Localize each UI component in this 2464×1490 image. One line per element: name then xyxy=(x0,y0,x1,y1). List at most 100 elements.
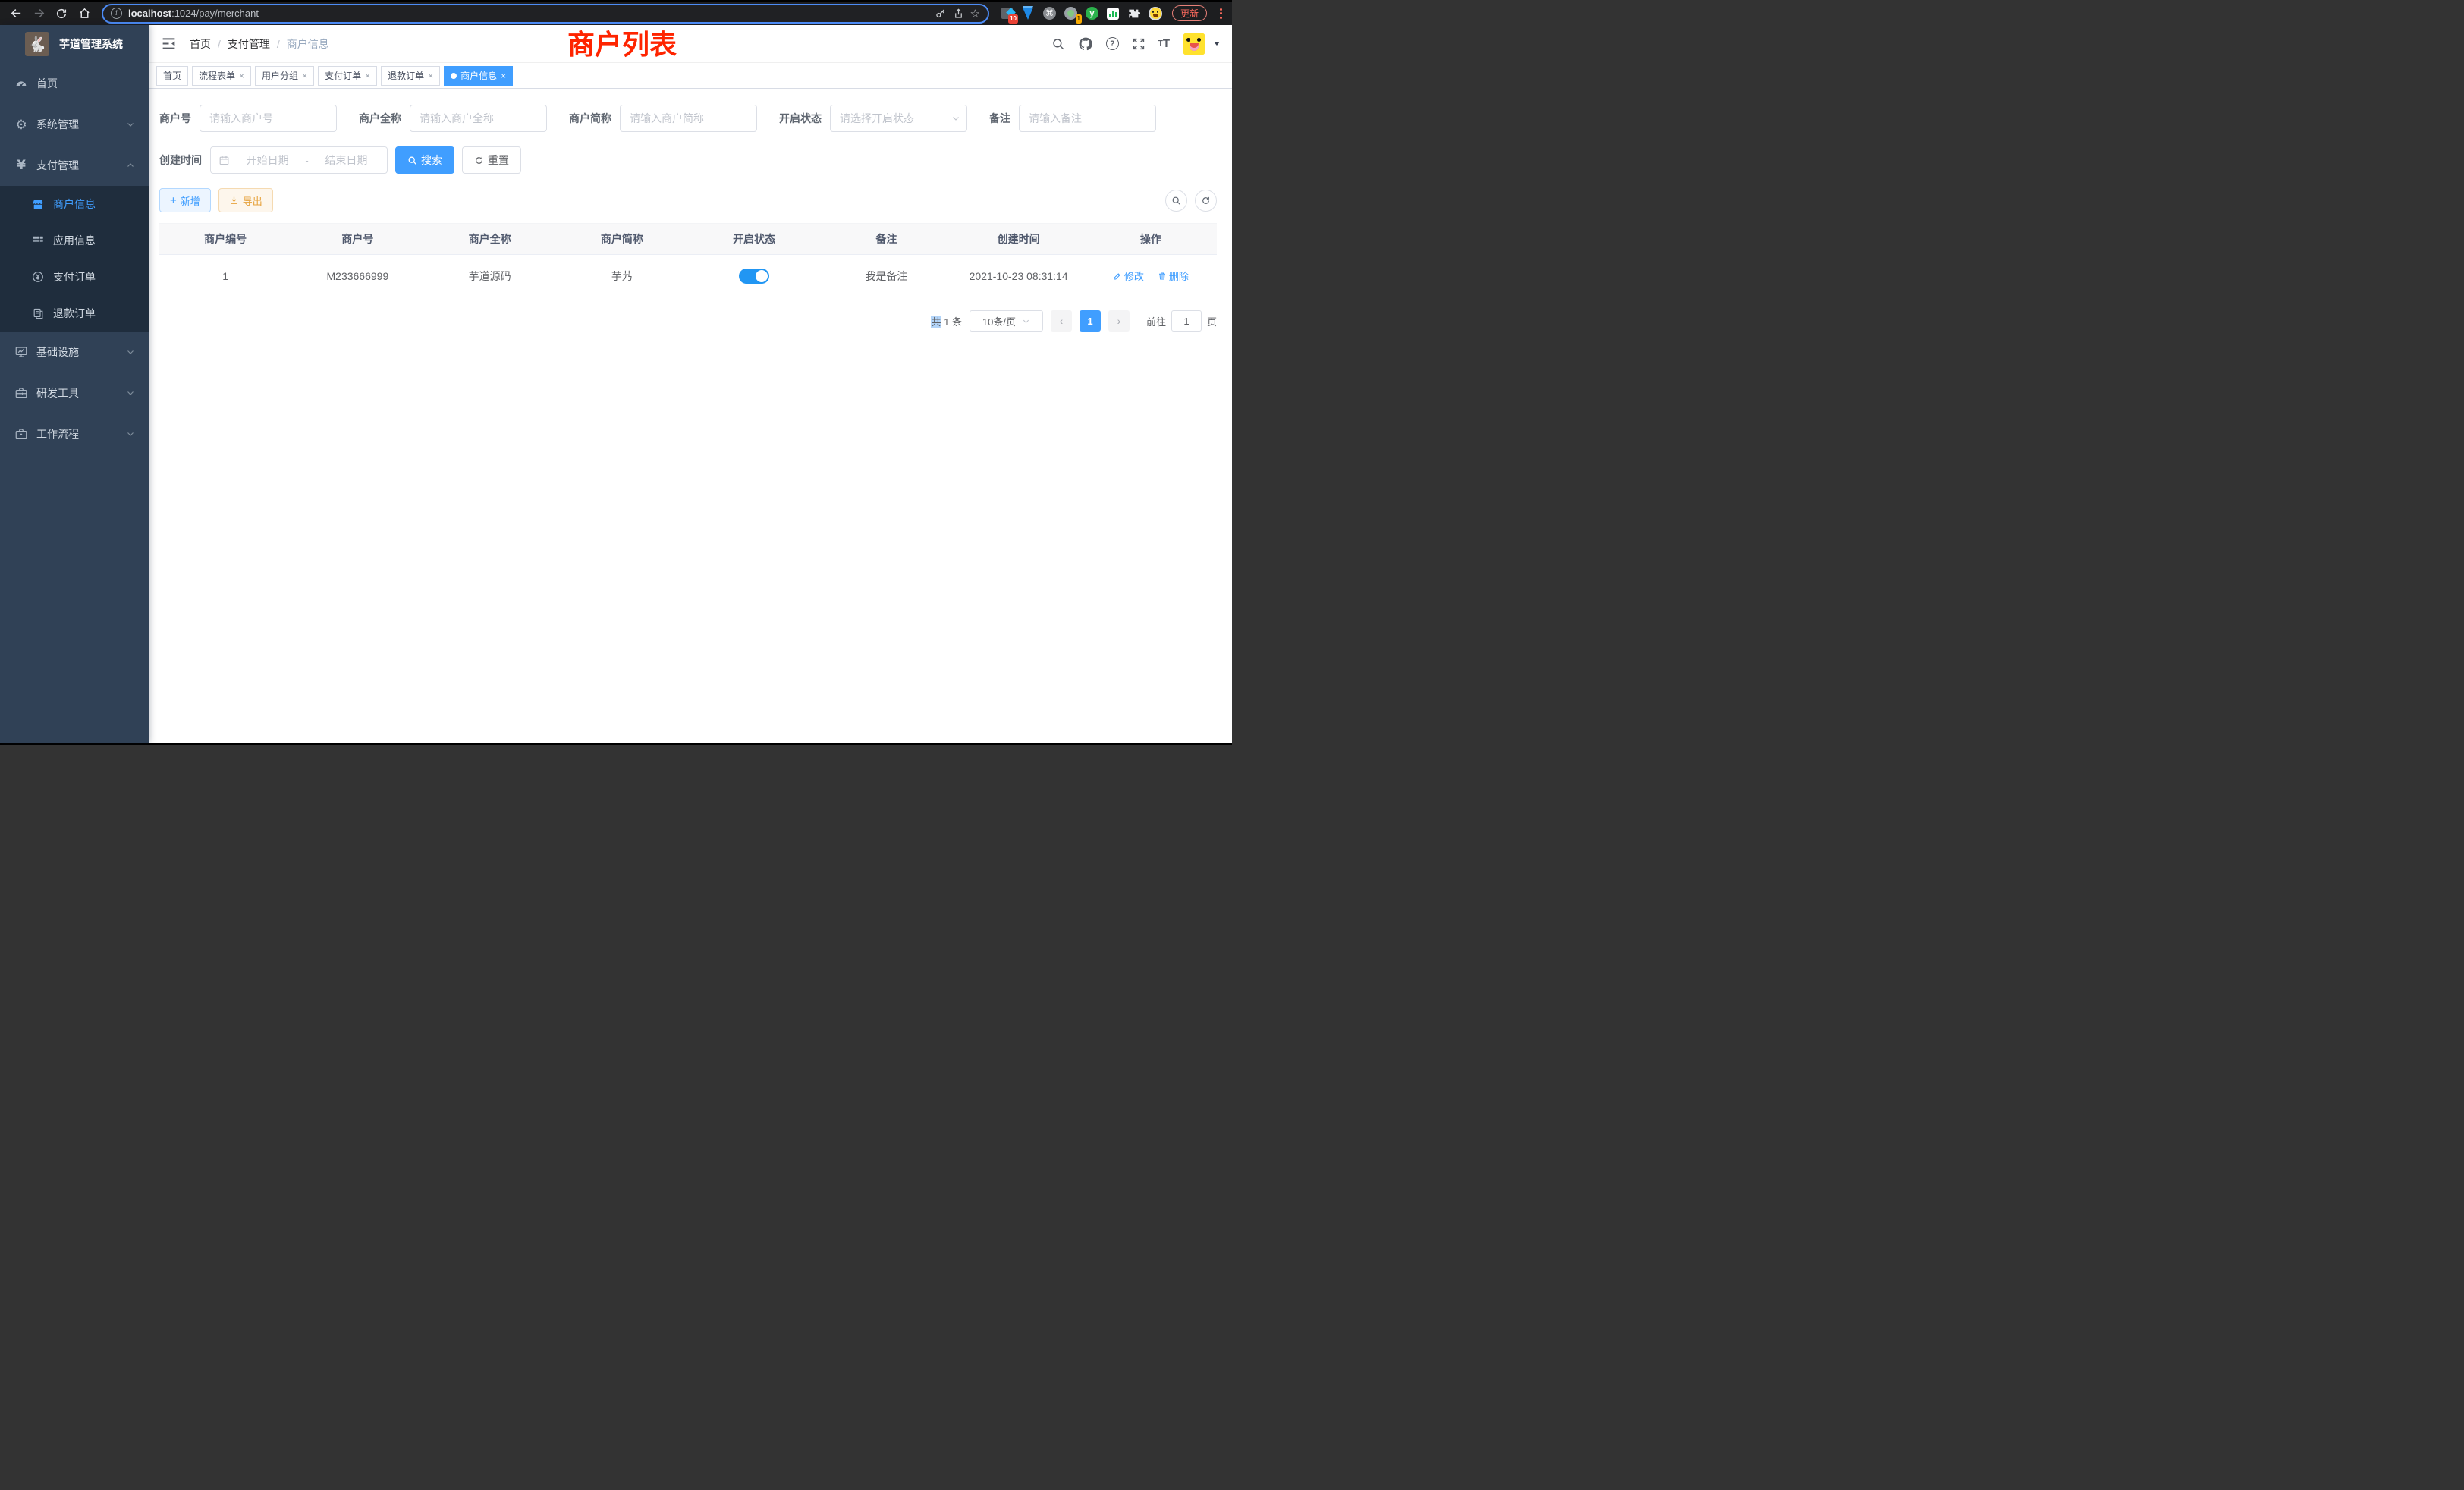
merchant-no-input[interactable] xyxy=(200,105,337,132)
navbar-right: ? TT xyxy=(1051,33,1220,55)
tag-merchant-info[interactable]: 商户信息 × xyxy=(444,66,513,86)
refresh-button[interactable] xyxy=(1195,190,1217,212)
remark-input[interactable] xyxy=(1019,105,1156,132)
extension-gem-icon[interactable] xyxy=(1021,6,1036,20)
cell-merchant-no: M233666999 xyxy=(291,255,423,297)
browser-reload-button[interactable] xyxy=(52,5,71,23)
toggle-search-button[interactable] xyxy=(1165,190,1187,212)
chevron-down-icon xyxy=(951,114,960,123)
page-content: 商户号 商户全称 商户简称 开启状态 请选择开启状态 xyxy=(149,89,1232,332)
pagination-goto: 前往 页 xyxy=(1146,310,1217,332)
fullscreen-icon[interactable] xyxy=(1132,37,1146,51)
cell-create-time: 2021-10-23 08:31:14 xyxy=(953,255,1085,297)
page-number-1[interactable]: 1 xyxy=(1080,310,1101,332)
extension-chart-icon[interactable] xyxy=(1106,6,1120,20)
close-icon[interactable]: × xyxy=(239,71,244,80)
sidebar-item-devtools[interactable]: 研发工具 xyxy=(0,372,149,413)
chevron-up-icon xyxy=(126,161,135,170)
search-button[interactable]: 搜索 xyxy=(395,146,454,174)
short-name-input[interactable] xyxy=(620,105,757,132)
share-icon[interactable] xyxy=(953,8,964,20)
pagination: 共 1 条 10条/页 ‹ 1 › 前往 页 xyxy=(159,310,1217,332)
sidebar-item-merchant-info[interactable]: 商户信息 xyxy=(0,186,149,222)
browser-profile-avatar[interactable] xyxy=(1149,6,1163,20)
address-bar[interactable]: i localhost:1024/pay/merchant ☆ xyxy=(102,4,989,24)
cell-short-name: 芋艿 xyxy=(556,255,688,297)
yen-icon: ¥ xyxy=(12,158,30,173)
breadcrumb-pay[interactable]: 支付管理 xyxy=(228,36,270,52)
extension-status-icon[interactable]: 1 xyxy=(1064,6,1078,20)
sidebar-item-system[interactable]: ⚙ 系统管理 xyxy=(0,104,149,145)
github-icon[interactable] xyxy=(1078,36,1093,52)
avatar-caret-icon[interactable] xyxy=(1214,42,1220,46)
chevron-down-icon xyxy=(126,120,135,129)
sidebar-item-infra[interactable]: 基础设施 xyxy=(0,332,149,372)
bookmark-star-icon[interactable]: ☆ xyxy=(970,7,980,20)
browser-home-button[interactable] xyxy=(74,5,94,23)
pencil-icon xyxy=(1113,272,1122,281)
user-avatar[interactable] xyxy=(1183,33,1205,55)
close-icon[interactable]: × xyxy=(428,71,433,80)
delete-link[interactable]: 删除 xyxy=(1158,269,1189,283)
extensions-area: 10 ⌘ 1 y 更新 xyxy=(1000,5,1226,21)
tag-home[interactable]: 首页 xyxy=(156,66,188,86)
close-icon[interactable]: × xyxy=(302,71,307,80)
font-size-icon[interactable]: TT xyxy=(1158,37,1170,50)
browser-forward-button[interactable] xyxy=(29,5,49,23)
app-logo-row: 🐇 芋道管理系统 xyxy=(0,25,149,63)
tag-pay-order[interactable]: 支付订单 × xyxy=(318,66,377,86)
grid-icon xyxy=(29,234,47,247)
browser-menu-icon[interactable] xyxy=(1215,8,1226,19)
filter-row-2: 创建时间 开始日期 - 结束日期 搜索 xyxy=(159,146,1217,174)
search-icon[interactable] xyxy=(1051,37,1065,51)
date-range-picker[interactable]: 开始日期 - 结束日期 xyxy=(210,146,388,174)
page-size-select[interactable]: 10条/页 xyxy=(970,310,1043,332)
extension-axure-icon[interactable]: 10 xyxy=(1000,6,1014,20)
next-page-button[interactable]: › xyxy=(1108,310,1130,332)
sidebar-item-pay[interactable]: ¥ 支付管理 xyxy=(0,145,149,186)
table-header-row: 商户编号 商户号 商户全称 商户简称 开启状态 备注 创建时间 操作 xyxy=(159,224,1217,255)
col-create-time: 创建时间 xyxy=(953,224,1085,255)
sidebar-item-pay-order[interactable]: 支付订单 xyxy=(0,259,149,295)
refresh-icon xyxy=(1201,196,1211,206)
col-remark: 备注 xyxy=(820,224,952,255)
edit-link[interactable]: 修改 xyxy=(1113,269,1144,283)
help-icon[interactable]: ? xyxy=(1106,37,1119,50)
prev-page-button[interactable]: ‹ xyxy=(1051,310,1072,332)
full-name-input[interactable] xyxy=(410,105,547,132)
extensions-puzzle-icon[interactable] xyxy=(1127,6,1142,20)
status-toggle[interactable] xyxy=(739,269,769,284)
app-logo: 🐇 xyxy=(25,32,49,56)
sidebar-item-home[interactable]: 首页 xyxy=(0,63,149,104)
dashboard-icon xyxy=(12,77,30,90)
goto-page-input[interactable] xyxy=(1171,310,1202,332)
chevron-down-icon xyxy=(126,347,135,357)
sidebar-collapse-icon[interactable] xyxy=(161,36,178,52)
password-key-icon[interactable] xyxy=(935,8,947,20)
extension-command-icon[interactable]: ⌘ xyxy=(1042,6,1057,20)
close-icon[interactable]: × xyxy=(365,71,370,80)
sidebar-item-workflow[interactable]: 工作流程 xyxy=(0,413,149,454)
tag-process-form[interactable]: 流程表单 × xyxy=(192,66,251,86)
tag-user-group[interactable]: 用户分组 × xyxy=(255,66,314,86)
add-button[interactable]: + 新增 xyxy=(159,188,211,212)
col-short-name: 商户简称 xyxy=(556,224,688,255)
chevron-down-icon xyxy=(1022,317,1030,325)
monitor-chart-icon xyxy=(12,345,30,359)
reset-button[interactable]: 重置 xyxy=(462,146,521,174)
close-icon[interactable]: × xyxy=(501,71,506,80)
sidebar-item-refund-order[interactable]: 退款订单 xyxy=(0,295,149,332)
status-select[interactable]: 请选择开启状态 xyxy=(830,105,967,132)
chrome-update-button[interactable]: 更新 xyxy=(1172,5,1207,21)
browser-back-button[interactable] xyxy=(6,5,26,23)
extension-y-icon[interactable]: y xyxy=(1085,6,1099,20)
active-dot xyxy=(451,73,457,79)
breadcrumb-home[interactable]: 首页 xyxy=(190,36,211,52)
page-info-icon[interactable]: i xyxy=(111,8,122,19)
tag-refund-order[interactable]: 退款订单 × xyxy=(381,66,440,86)
tags-view-bar: 首页 流程表单 × 用户分组 × 支付订单 × 退款订单 × xyxy=(149,63,1232,89)
sidebar-item-app-info[interactable]: 应用信息 xyxy=(0,222,149,259)
field-status: 开启状态 请选择开启状态 xyxy=(779,105,967,132)
export-button[interactable]: 导出 xyxy=(218,188,273,212)
chevron-down-icon xyxy=(126,388,135,398)
